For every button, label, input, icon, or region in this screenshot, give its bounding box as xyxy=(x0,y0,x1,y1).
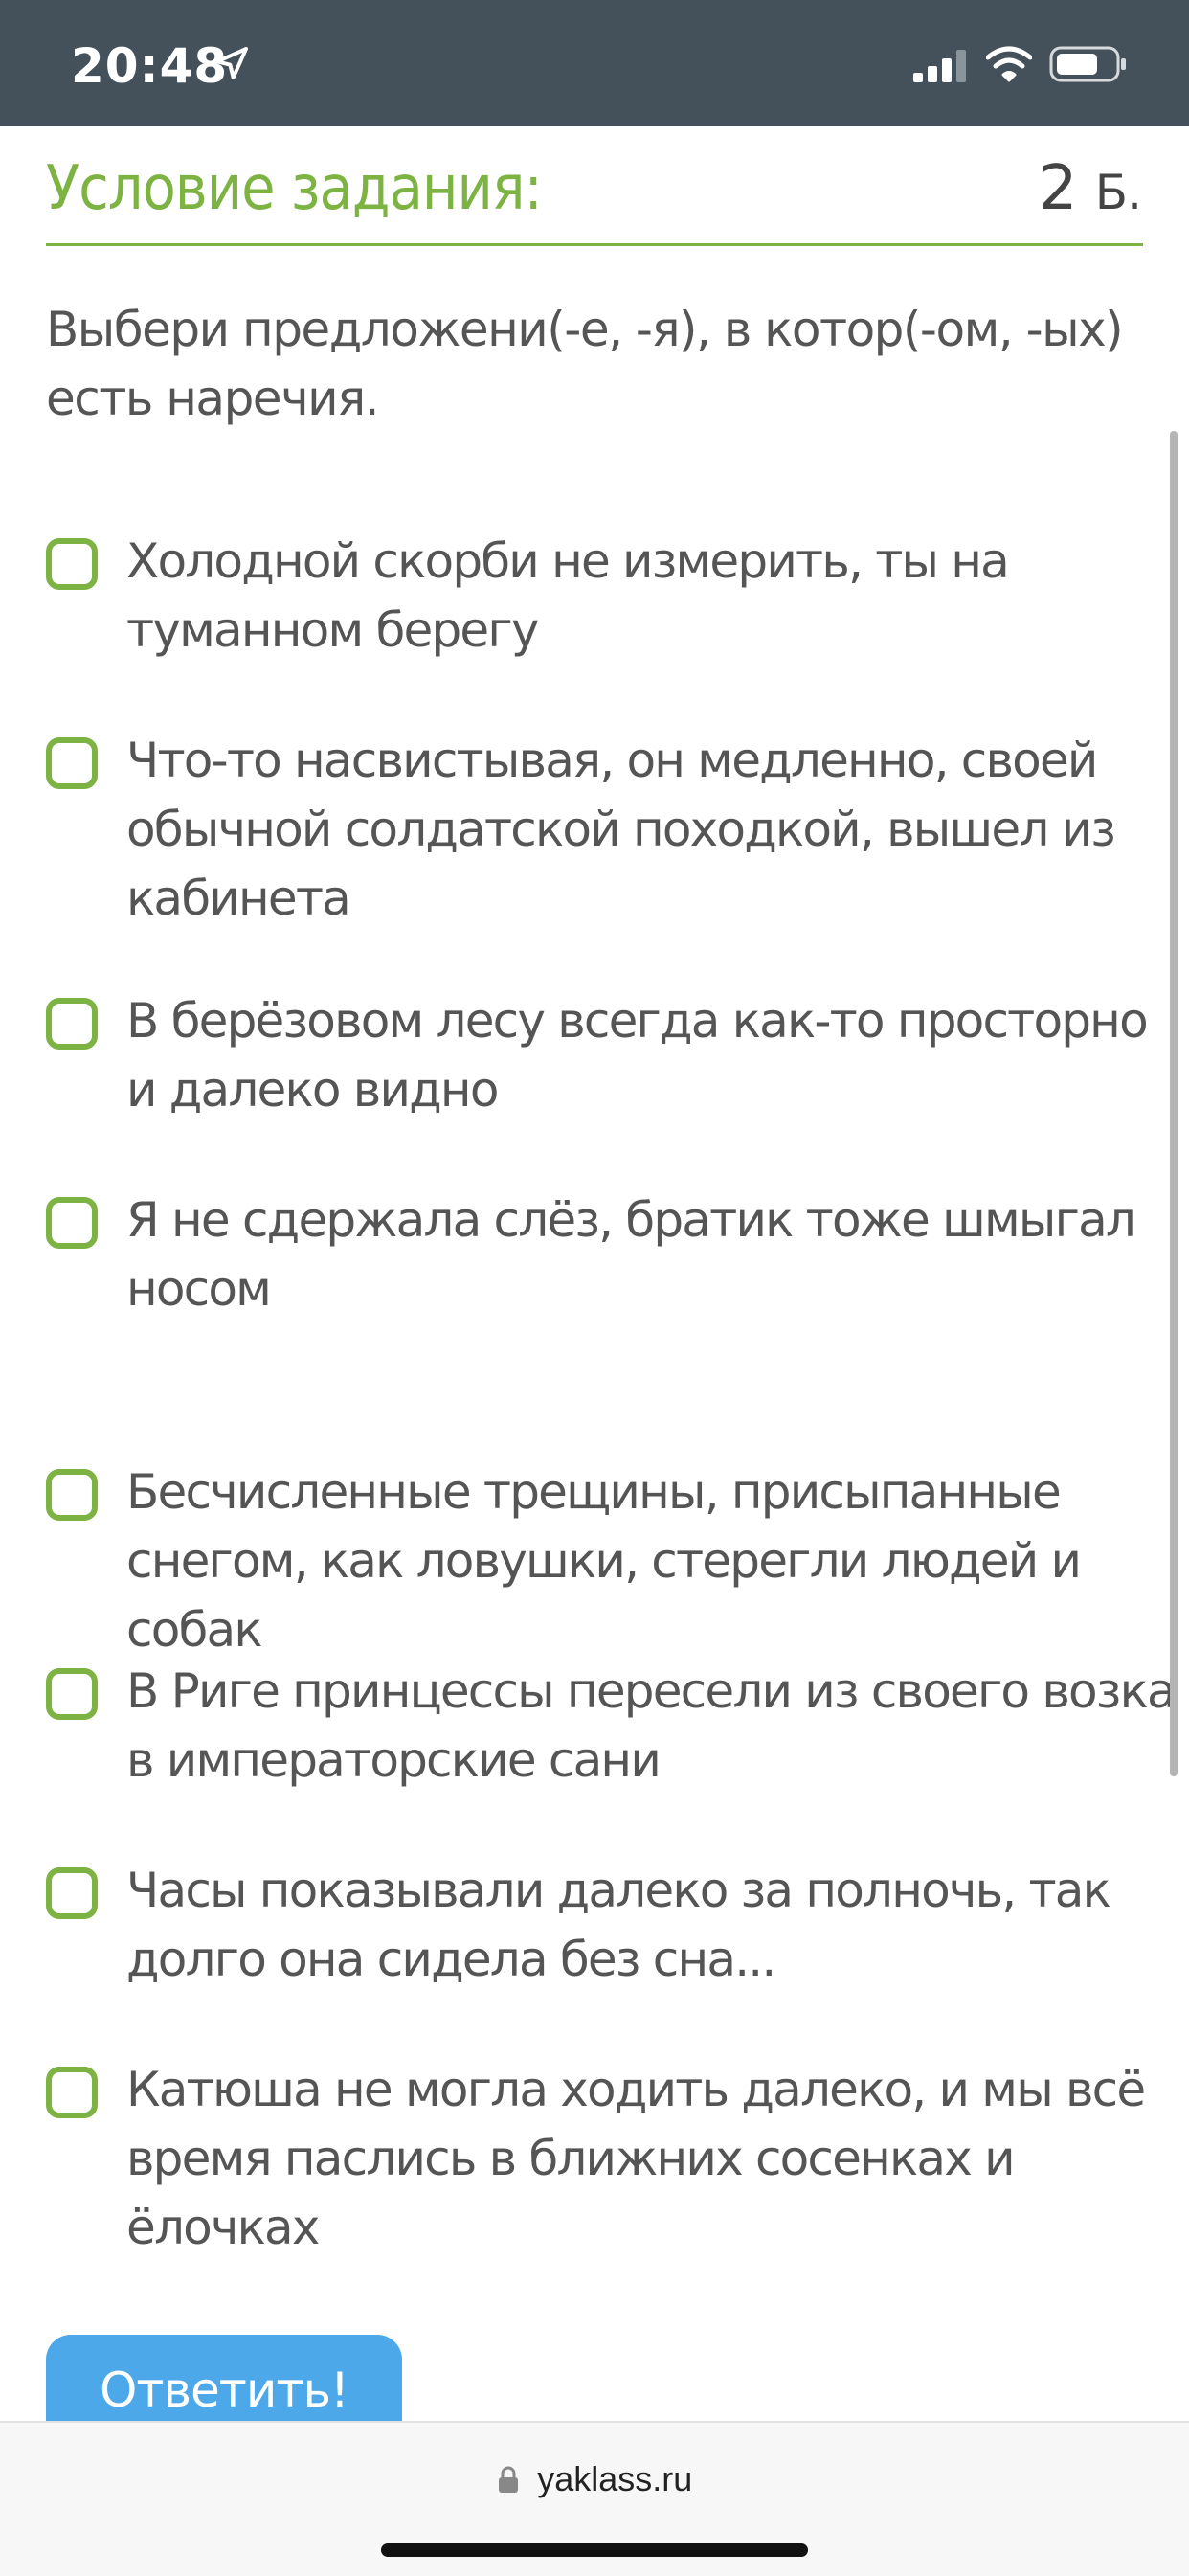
checkbox[interactable] xyxy=(46,1469,98,1521)
option-text: Часы показывали далеко за полночь, так д… xyxy=(126,1863,1111,1987)
checkbox[interactable] xyxy=(46,1867,98,1919)
points-unit: Б. xyxy=(1094,165,1142,220)
checkbox[interactable] xyxy=(46,538,98,590)
option-text: Бесчисленные трещины, присыпанные снегом… xyxy=(126,1464,1082,1658)
location-arrow-icon xyxy=(215,47,248,79)
status-time: 20:48 xyxy=(71,38,229,94)
status-bar: 20:48 xyxy=(0,0,1189,126)
checkbox[interactable] xyxy=(46,1197,98,1249)
browser-bottom-bar: yaklass.ru xyxy=(0,2421,1189,2576)
url-text: yaklass.ru xyxy=(537,2459,693,2498)
lock-icon xyxy=(498,2466,518,2493)
option-text: В Риге принцессы пересели из своего возк… xyxy=(126,1663,1177,1788)
option-text: Катюша не могла ходить далеко, и мы всё … xyxy=(126,2062,1146,2255)
option-text: Что-то насвистывая, он медленно, своей о… xyxy=(126,733,1116,926)
points-value: 2 xyxy=(1038,153,1078,224)
checkbox[interactable] xyxy=(46,2067,98,2118)
cellular-signal-icon xyxy=(913,50,966,82)
scrollbar[interactable] xyxy=(1170,431,1178,1776)
wifi-icon xyxy=(986,46,1032,82)
address-bar[interactable]: yaklass.ru xyxy=(0,2459,1189,2499)
checkbox[interactable] xyxy=(46,737,98,789)
option-text: В берёзовом лесу всегда как-то просторно… xyxy=(126,993,1149,1118)
task-header: Условие задания: 2 Б. xyxy=(46,144,1143,246)
option-text: Холодной скорби не измерить, ты на туман… xyxy=(126,533,1010,658)
battery-icon xyxy=(1049,46,1126,82)
checkbox[interactable] xyxy=(46,1668,98,1720)
task-points: 2 Б. xyxy=(1038,153,1142,224)
checkbox[interactable] xyxy=(46,998,98,1050)
task-instruction: Выбери предложени(-е, -я), в котор(-ом, … xyxy=(46,302,1124,426)
option-text: Я не сдержала слёз, братик тоже шмыгал н… xyxy=(126,1192,1136,1317)
home-indicator xyxy=(381,2543,808,2557)
task-title: Условие задания: xyxy=(46,153,543,224)
